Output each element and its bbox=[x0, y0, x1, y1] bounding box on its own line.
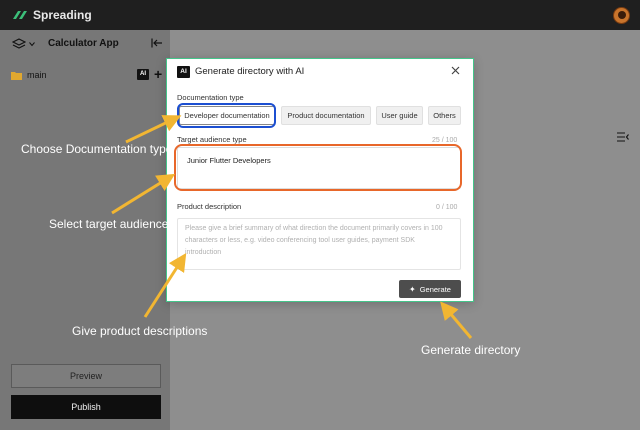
ai-icon: AI bbox=[177, 66, 190, 78]
folder-icon bbox=[11, 72, 22, 80]
user-avatar[interactable] bbox=[613, 7, 630, 24]
add-page-icon[interactable]: + bbox=[154, 67, 162, 81]
product-description-input[interactable] bbox=[177, 218, 461, 270]
target-audience-input[interactable]: Junior Flutter Developers bbox=[177, 147, 461, 189]
doc-type-developer[interactable]: Developer documentation bbox=[179, 106, 275, 125]
annotation-audience: Select target audience bbox=[49, 217, 169, 231]
top-bar: Spreading bbox=[0, 0, 640, 30]
spreading-logo-icon bbox=[13, 11, 27, 19]
chevron-down-icon[interactable] bbox=[29, 41, 35, 47]
product-description-label: Product description bbox=[177, 202, 242, 211]
doc-type-user-guide[interactable]: User guide bbox=[376, 106, 423, 125]
layers-icon[interactable] bbox=[12, 37, 26, 51]
doc-type-product[interactable]: Product documentation bbox=[281, 106, 371, 125]
project-title: Calculator App bbox=[48, 38, 119, 49]
doc-type-others[interactable]: Others bbox=[428, 106, 461, 125]
description-char-counter: 0 / 100 bbox=[436, 204, 458, 211]
ai-generate-icon[interactable]: AI bbox=[137, 69, 149, 80]
outline-toggle-icon[interactable] bbox=[617, 132, 629, 142]
branch-label[interactable]: main bbox=[27, 70, 47, 80]
close-icon[interactable] bbox=[450, 65, 461, 76]
collapse-sidebar-icon[interactable] bbox=[151, 38, 163, 48]
preview-button[interactable]: Preview bbox=[11, 364, 161, 388]
brand-name: Spreading bbox=[33, 8, 92, 22]
annotation-generate: Generate directory bbox=[421, 343, 521, 357]
annotation-description: Give product descriptions bbox=[72, 324, 208, 338]
annotation-doc-type: Choose Documentation type bbox=[21, 142, 173, 156]
documentation-type-label: Documentation type bbox=[177, 93, 244, 102]
target-audience-label: Target audience type bbox=[177, 135, 247, 144]
audience-char-counter: 25 / 100 bbox=[432, 137, 458, 144]
generate-button[interactable]: ✦ Generate bbox=[399, 280, 461, 298]
publish-button[interactable]: Publish bbox=[11, 395, 161, 419]
sparkle-icon: ✦ bbox=[409, 284, 416, 294]
dialog-title: Generate directory with AI bbox=[195, 66, 305, 77]
generate-directory-dialog: AI Generate directory with AI Documentat… bbox=[166, 58, 474, 302]
generate-button-label: Generate bbox=[419, 284, 451, 294]
